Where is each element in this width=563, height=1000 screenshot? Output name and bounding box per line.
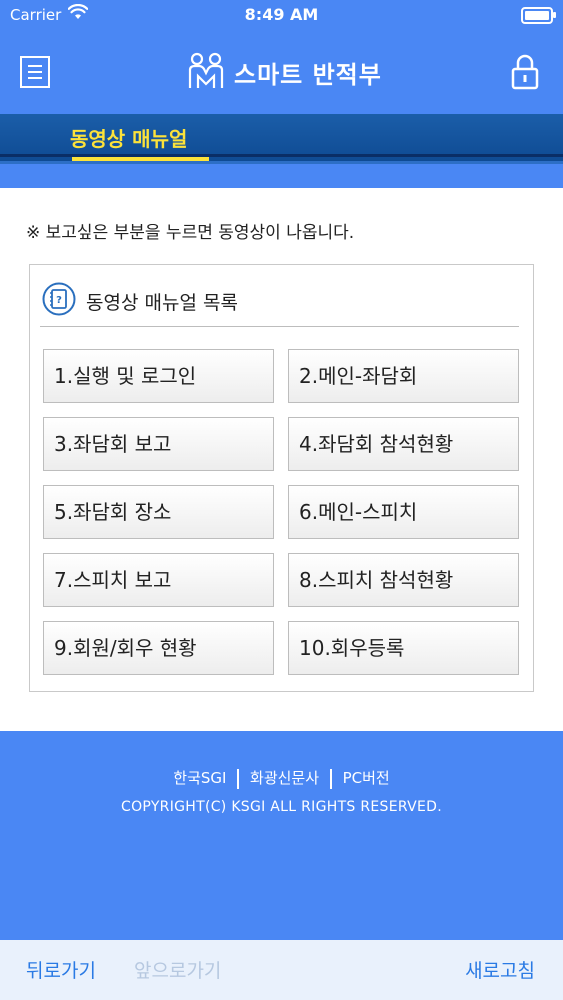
tab-video-manual[interactable]: 동영상 매뉴얼 <box>70 123 187 152</box>
footer-link-newspaper[interactable]: 화광신문사 <box>250 769 319 787</box>
app-brand: 스마트 반적부 <box>186 50 382 94</box>
panel-divider <box>40 326 519 327</box>
video-button-1[interactable]: 1.실행 및 로그인 <box>43 349 274 403</box>
manual-book-icon: ? <box>42 282 76 320</box>
video-button-9[interactable]: 9.회원/회우 현황 <box>43 621 274 675</box>
main-content: ※ 보고싶은 부분을 누르면 동영상이 나옵니다. ? 동영상 매뉴얼 목록 1… <box>0 188 563 731</box>
footer-separator <box>329 768 332 789</box>
footer-separator <box>237 768 240 789</box>
tab-divider-light <box>0 161 563 164</box>
video-button-4[interactable]: 4.좌담회 참석현황 <box>288 417 519 471</box>
copyright-text: COPYRIGHT(C) KSGI ALL RIGHTS RESERVED. <box>121 799 442 815</box>
app-title: 스마트 반적부 <box>234 60 382 89</box>
status-time: 8:49 AM <box>244 5 319 24</box>
app-header: 스마트 반적부 <box>0 30 563 114</box>
status-bar: Carrier 8:49 AM <box>0 0 563 30</box>
footer-link-pc-version[interactable]: PC버전 <box>343 769 390 787</box>
video-button-7[interactable]: 7.스피치 보고 <box>43 553 274 607</box>
bottom-nav-bar: 뒤로가기 앞으로가기 새로고침 <box>0 940 563 1000</box>
panel-header: ? 동영상 매뉴얼 목록 <box>42 282 238 320</box>
tab-bar: 동영상 매뉴얼 <box>0 114 563 164</box>
back-button[interactable]: 뒤로가기 <box>26 956 96 983</box>
video-manual-panel: ? 동영상 매뉴얼 목록 1.실행 및 로그인 2.메인-좌담회 3.좌담회 보… <box>29 264 534 692</box>
people-logo-icon <box>186 50 226 94</box>
battery-icon <box>521 7 556 24</box>
video-button-5[interactable]: 5.좌담회 장소 <box>43 485 274 539</box>
svg-text:?: ? <box>56 295 62 306</box>
footer-link-ksgi[interactable]: 한국SGI <box>173 769 226 787</box>
notice-text: ※ 보고싶은 부분을 누르면 동영상이 나옵니다. <box>26 223 355 243</box>
tab-divider <box>0 154 563 157</box>
forward-button[interactable]: 앞으로가기 <box>134 956 221 983</box>
video-button-10[interactable]: 10.회우등록 <box>288 621 519 675</box>
footer: 한국SGI 화광신문사 PC버전 COPYRIGHT(C) KSGI ALL R… <box>0 731 563 940</box>
video-button-2[interactable]: 2.메인-좌담회 <box>288 349 519 403</box>
refresh-button[interactable]: 새로고침 <box>465 956 535 983</box>
video-button-6[interactable]: 6.메인-스피치 <box>288 485 519 539</box>
lock-icon[interactable] <box>511 54 539 90</box>
footer-links: 한국SGI 화광신문사 PC버전 <box>0 767 563 789</box>
video-button-3[interactable]: 3.좌담회 보고 <box>43 417 274 471</box>
hamburger-icon[interactable] <box>20 56 50 88</box>
panel-title: 동영상 매뉴얼 목록 <box>86 291 238 314</box>
video-button-8[interactable]: 8.스피치 참석현황 <box>288 553 519 607</box>
